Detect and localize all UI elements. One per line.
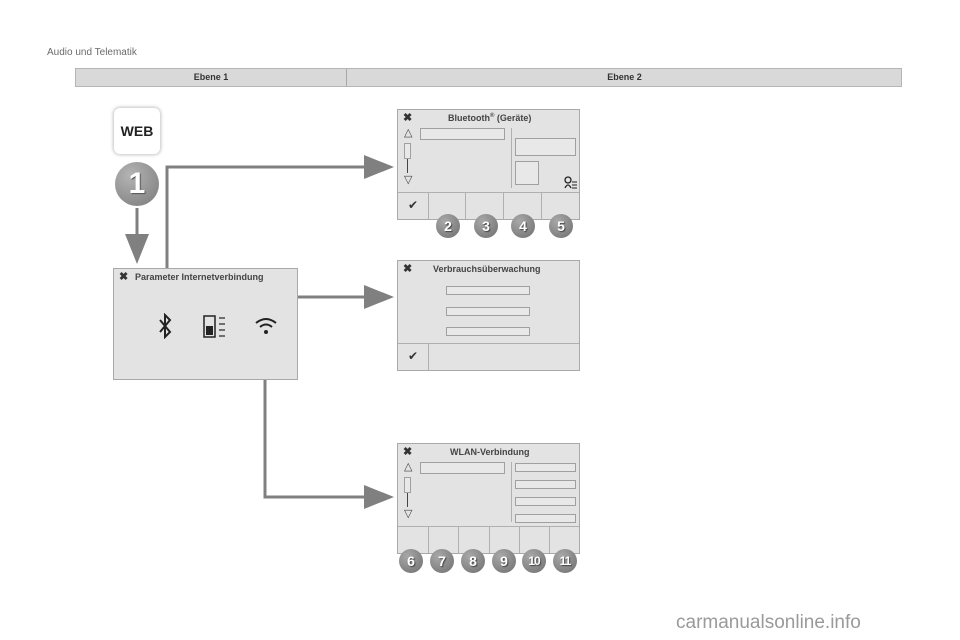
step-badge-8: 8: [461, 549, 485, 573]
step-badge-9: 9: [492, 549, 516, 573]
scroll-up-icon[interactable]: △: [404, 126, 412, 139]
footer-cell-divider: [428, 192, 429, 219]
scroll-thumb[interactable]: [404, 477, 411, 493]
footer-cell-divider: [503, 192, 504, 219]
network-option[interactable]: [515, 497, 576, 506]
panel-title: WLAN-Verbindung: [450, 447, 530, 457]
footer-cell-divider: [549, 526, 550, 553]
footer-cell-divider: [519, 526, 520, 553]
bluetooth-icon[interactable]: [158, 313, 172, 339]
close-icon[interactable]: ✖: [403, 111, 412, 124]
panel-internet-parameters: ✖ Parameter Internetverbindung: [113, 268, 298, 380]
confirm-check-icon[interactable]: ✔: [408, 349, 418, 363]
step-badge-11: 11: [553, 549, 577, 573]
step-badge-7: 7: [430, 549, 454, 573]
panel-divider: [511, 462, 512, 522]
footer-cell-divider: [489, 526, 490, 553]
close-icon[interactable]: ✖: [119, 270, 128, 283]
footer-cell-divider: [428, 343, 429, 370]
panel-title: Bluetooth® (Geräte): [448, 113, 532, 123]
panel-title: Verbrauchsüberwachung: [433, 264, 541, 274]
device-image-field: [515, 161, 539, 185]
step-badge-6: 6: [399, 549, 423, 573]
step-badge-10: 10: [522, 549, 546, 573]
close-icon[interactable]: ✖: [403, 262, 412, 275]
network-option[interactable]: [515, 463, 576, 472]
step-badge-5: 5: [549, 214, 573, 238]
panel-bluetooth-devices: ✖ Bluetooth® (Geräte) △ ▽ ✔: [397, 109, 580, 220]
network-list-item[interactable]: [420, 462, 505, 474]
watermark: carmanualsonline.info: [676, 612, 861, 633]
panel-title: Parameter Internetverbindung: [135, 272, 264, 282]
panel-usage-monitoring: ✖ Verbrauchsüberwachung ✔: [397, 260, 580, 371]
panel-footer-divider: [398, 192, 579, 193]
step-badge-4: 4: [511, 214, 535, 238]
confirm-check-icon[interactable]: ✔: [408, 198, 418, 212]
device-list-icon[interactable]: [564, 176, 578, 190]
device-list-item[interactable]: [420, 128, 505, 140]
network-option[interactable]: [515, 514, 576, 523]
scroll-thumb[interactable]: [404, 143, 411, 159]
step-badge-2: 2: [436, 214, 460, 238]
scroll-up-icon[interactable]: △: [404, 460, 412, 473]
footer-cell-divider: [541, 192, 542, 219]
panel-divider: [511, 128, 512, 188]
wifi-icon[interactable]: [254, 316, 278, 336]
data-usage-icon[interactable]: [203, 313, 227, 339]
device-info-field[interactable]: [515, 138, 576, 156]
usage-field: [446, 307, 530, 316]
scroll-down-icon[interactable]: ▽: [404, 173, 412, 186]
close-icon[interactable]: ✖: [403, 445, 412, 458]
scroll-track: [407, 159, 408, 173]
scroll-down-icon[interactable]: ▽: [404, 507, 412, 520]
usage-field: [446, 286, 530, 295]
footer-cell-divider: [458, 526, 459, 553]
panel-footer-divider: [398, 343, 579, 344]
footer-cell-divider: [465, 192, 466, 219]
footer-cell-divider: [428, 526, 429, 553]
step-badge-3: 3: [474, 214, 498, 238]
network-option[interactable]: [515, 480, 576, 489]
panel-wlan-connection: ✖ WLAN-Verbindung △ ▽: [397, 443, 580, 554]
usage-field: [446, 327, 530, 336]
scroll-track: [407, 493, 408, 507]
